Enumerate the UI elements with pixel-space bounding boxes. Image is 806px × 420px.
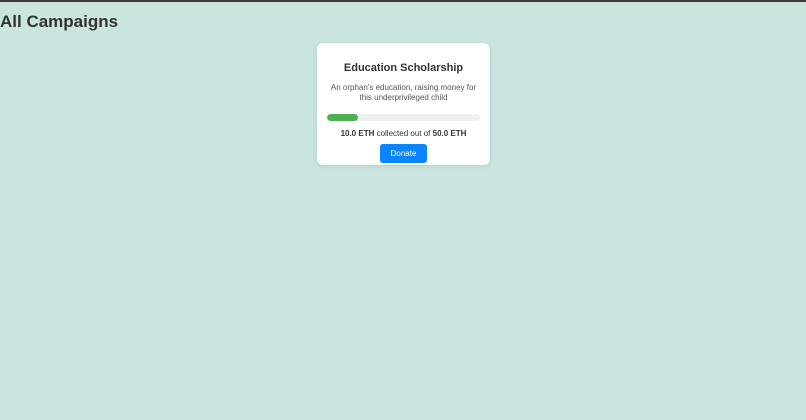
donate-button[interactable]: Donate (380, 144, 427, 163)
campaign-progress-fill (327, 114, 358, 121)
campaign-amounts: 10.0 ETH collected out of 50.0 ETH (327, 129, 480, 139)
collected-amount: 10.0 ETH (340, 129, 375, 138)
collected-connector: collected out of (374, 129, 433, 138)
campaign-description: An orphan's education, raising money for… (330, 83, 477, 102)
page-title: All Campaigns (0, 12, 119, 31)
campaign-title: Education Scholarship (343, 62, 464, 74)
campaign-card: Education Scholarship An orphan's educat… (317, 43, 490, 165)
goal-amount: 50.0 ETH (432, 129, 467, 138)
campaign-progress-bar (327, 114, 480, 121)
